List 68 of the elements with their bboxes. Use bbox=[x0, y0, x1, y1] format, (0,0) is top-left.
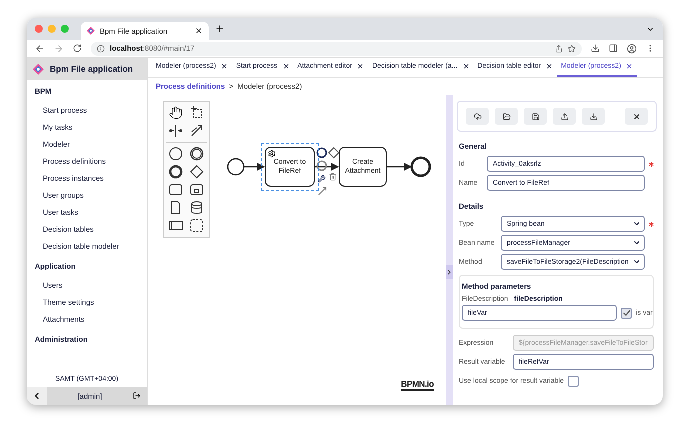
start-event-icon[interactable] bbox=[168, 147, 183, 161]
save-button[interactable] bbox=[524, 108, 547, 125]
data-store-icon[interactable] bbox=[190, 201, 204, 215]
task-icon[interactable] bbox=[168, 183, 183, 197]
pool-icon[interactable] bbox=[168, 219, 183, 233]
sequence-flow bbox=[387, 163, 412, 171]
gateway-icon[interactable] bbox=[190, 165, 204, 179]
profile-icon[interactable] bbox=[627, 44, 637, 54]
share-icon[interactable] bbox=[555, 44, 563, 52]
star-icon[interactable] bbox=[568, 44, 576, 52]
side-panel-icon[interactable] bbox=[609, 44, 618, 53]
sequence-flow bbox=[244, 163, 266, 171]
group-icon[interactable] bbox=[190, 219, 204, 233]
close-icon[interactable] bbox=[195, 27, 203, 35]
close-icon[interactable] bbox=[221, 63, 228, 70]
upload-icon bbox=[560, 112, 568, 120]
checkbox[interactable] bbox=[568, 376, 580, 387]
close-icon[interactable] bbox=[357, 63, 364, 70]
close-icon bbox=[632, 112, 640, 120]
download-icon[interactable] bbox=[591, 44, 600, 53]
end-event bbox=[410, 156, 432, 178]
upload-button[interactable] bbox=[553, 108, 576, 125]
caret-icon bbox=[632, 220, 641, 228]
intermediate-event-icon[interactable] bbox=[190, 147, 204, 161]
end-event-tool-icon[interactable] bbox=[316, 148, 328, 158]
gateway-tool-icon[interactable] bbox=[328, 147, 340, 159]
wrench-icon[interactable] bbox=[318, 175, 326, 183]
back-icon[interactable] bbox=[35, 44, 45, 54]
app-logo-icon bbox=[33, 64, 44, 74]
gear-icon bbox=[268, 150, 276, 158]
close-icon[interactable] bbox=[282, 63, 290, 70]
info-icon bbox=[97, 44, 105, 52]
bpmn-io-logo[interactable]: BPMN.io bbox=[401, 379, 434, 391]
start-event bbox=[227, 158, 245, 176]
app-logo-icon bbox=[87, 27, 95, 35]
data-object-icon[interactable] bbox=[168, 201, 183, 215]
caret-icon bbox=[632, 258, 641, 266]
space-tool-icon[interactable] bbox=[168, 124, 183, 138]
open-button[interactable] bbox=[495, 108, 518, 125]
app-title: Bpm File application bbox=[50, 64, 134, 74]
logout-icon[interactable] bbox=[133, 392, 141, 400]
subprocess-icon[interactable] bbox=[190, 183, 204, 197]
hand-tool-icon[interactable] bbox=[168, 106, 183, 120]
download-button[interactable] bbox=[582, 108, 605, 125]
new-tab-icon[interactable] bbox=[215, 24, 225, 34]
download-icon bbox=[590, 112, 598, 120]
chevron-left-icon bbox=[32, 391, 42, 401]
caret-icon bbox=[632, 239, 641, 247]
save-icon bbox=[532, 112, 540, 120]
end-event-icon[interactable] bbox=[168, 165, 183, 179]
close-icon[interactable] bbox=[626, 63, 634, 70]
close-icon[interactable] bbox=[546, 63, 554, 70]
close-icon[interactable] bbox=[462, 63, 470, 70]
panel-toggle-button[interactable] bbox=[446, 265, 453, 279]
check-icon bbox=[622, 309, 631, 317]
intermediate-event-tool-icon[interactable] bbox=[316, 160, 328, 172]
reload-icon[interactable] bbox=[73, 44, 82, 53]
chevron-right-icon bbox=[446, 268, 453, 276]
deploy-button[interactable] bbox=[466, 108, 489, 125]
delete-icon[interactable] bbox=[329, 173, 337, 181]
checkbox[interactable] bbox=[621, 308, 632, 318]
close-button[interactable] bbox=[625, 108, 648, 125]
sequence-flow bbox=[314, 163, 340, 171]
connect-tool-icon[interactable] bbox=[190, 124, 204, 138]
folder-icon bbox=[502, 112, 510, 120]
collapse-button[interactable] bbox=[27, 387, 47, 405]
cloud-upload-icon bbox=[474, 112, 482, 120]
lasso-tool-icon[interactable] bbox=[190, 106, 204, 120]
